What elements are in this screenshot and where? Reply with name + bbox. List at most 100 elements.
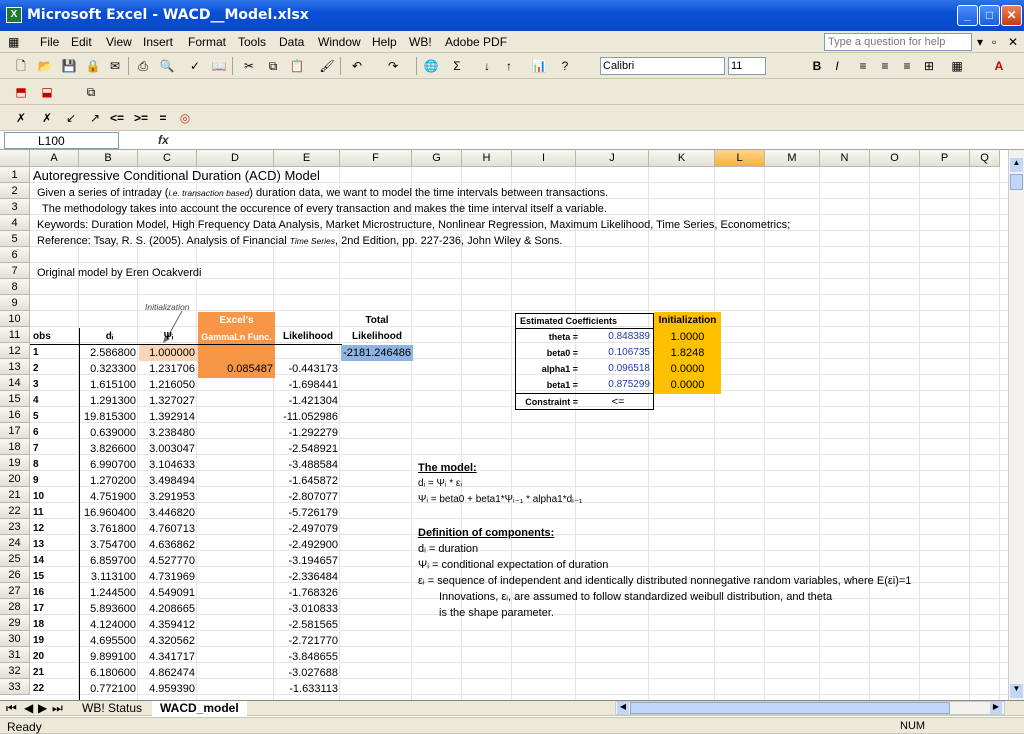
column-header-n[interactable]: N xyxy=(820,150,870,167)
column-header-l[interactable]: L xyxy=(715,150,765,167)
chart-wizard-icon[interactable]: 📊 xyxy=(530,57,548,75)
data-cell-psi[interactable]: 4.341717 xyxy=(139,649,197,665)
row-header-10[interactable]: 10 xyxy=(0,311,30,327)
row-header-32[interactable]: 32 xyxy=(0,663,30,679)
data-cell-d[interactable]: 9.899100 xyxy=(80,649,138,665)
data-cell-obs[interactable]: 17 xyxy=(31,601,76,617)
data-cell-lik[interactable]: -11.052986 xyxy=(275,409,340,425)
print-preview-icon[interactable]: 🔍 xyxy=(158,57,176,75)
row-header-31[interactable]: 31 xyxy=(0,647,30,663)
data-cell-lik[interactable]: -2.807077 xyxy=(275,489,340,505)
menu-tools[interactable]: Tools xyxy=(238,35,266,49)
column-header-c[interactable]: C xyxy=(138,150,197,167)
data-cell-d[interactable]: 1.291300 xyxy=(80,393,138,409)
column-header-m[interactable]: M xyxy=(765,150,820,167)
data-cell-obs[interactable]: 22 xyxy=(31,681,76,697)
data-cell-psi[interactable]: 4.862474 xyxy=(139,665,197,681)
row-header-29[interactable]: 29 xyxy=(0,615,30,631)
data-cell-obs[interactable]: 15 xyxy=(31,569,76,585)
workbook-icon[interactable]: ▦ xyxy=(8,35,19,49)
font-color-icon[interactable]: A xyxy=(990,57,1008,75)
data-cell-lik[interactable]: -3.027688 xyxy=(275,665,340,681)
row-header-4[interactable]: 4 xyxy=(0,215,30,231)
worksheet-grid[interactable]: ABCDEFGHIJKLMNOPQ 1 2 3 4 5 6 7 8 9 10 11 12 13 14 15 1… xyxy=(0,150,1008,700)
column-header-h[interactable]: H xyxy=(462,150,512,167)
data-cell-d[interactable]: 1.615100 xyxy=(80,377,138,393)
borders-icon[interactable]: ▦ xyxy=(948,57,966,75)
row-header-7[interactable]: 7 xyxy=(0,263,30,279)
data-cell-obs[interactable]: 16 xyxy=(31,585,76,601)
coef-value[interactable]: 0.875299 xyxy=(582,377,652,393)
vertical-scroll-thumb[interactable] xyxy=(1010,174,1023,190)
data-cell-lik[interactable]: -2.721770 xyxy=(275,633,340,649)
autosum-icon[interactable]: Σ xyxy=(448,57,466,75)
row-header-27[interactable]: 27 xyxy=(0,583,30,599)
align-center-icon[interactable]: ≡ xyxy=(876,57,894,75)
data-cell-psi[interactable]: 4.208665 xyxy=(139,601,197,617)
data-cell-lik[interactable]: -3.194657 xyxy=(275,553,340,569)
select-all-corner[interactable] xyxy=(0,150,30,167)
italic-icon[interactable]: I xyxy=(828,57,846,75)
row-header-17[interactable]: 17 xyxy=(0,423,30,439)
format-painter-icon[interactable]: 🖌 xyxy=(318,57,336,75)
hyperlink-icon[interactable]: 🌐 xyxy=(422,57,440,75)
trend-tool-2-icon[interactable]: ↗ xyxy=(86,109,104,127)
font-name-select[interactable]: Calibri xyxy=(600,57,725,75)
column-header-p[interactable]: P xyxy=(920,150,970,167)
paste-icon[interactable]: 📋 xyxy=(288,57,306,75)
data-cell-d[interactable]: 6.859700 xyxy=(80,553,138,569)
insert-function-icon[interactable]: fx xyxy=(158,133,169,147)
coef-init-value[interactable]: 1.0000 xyxy=(654,329,721,345)
data-cell-obs[interactable]: 18 xyxy=(31,617,76,633)
data-cell-obs[interactable]: 10 xyxy=(31,489,76,505)
menu-data[interactable]: Data xyxy=(279,35,304,49)
column-header-o[interactable]: O xyxy=(870,150,920,167)
row-header-8[interactable]: 8 xyxy=(0,279,30,295)
data-cell-d[interactable]: 1.270200 xyxy=(80,473,138,489)
data-cell-obs[interactable]: 13 xyxy=(31,537,76,553)
data-cell-psi[interactable]: 4.959390 xyxy=(139,681,197,697)
sort-ascending-icon[interactable]: ↓ xyxy=(478,57,496,75)
row-header-6[interactable]: 6 xyxy=(0,247,30,263)
data-cell-obs[interactable]: 9 xyxy=(31,473,76,489)
scroll-up-icon[interactable]: ▲ xyxy=(1010,158,1023,172)
column-header-b[interactable]: B xyxy=(79,150,138,167)
data-cell-psi[interactable]: 3.003047 xyxy=(139,441,197,457)
data-cell-obs[interactable]: 12 xyxy=(31,521,76,537)
horizontal-scroll-thumb[interactable] xyxy=(630,702,950,714)
coef-init-value[interactable]: 0.0000 xyxy=(654,361,721,377)
data-cell-d[interactable]: 4.124000 xyxy=(80,617,138,633)
print-icon[interactable]: ⎙ xyxy=(134,57,152,75)
copy-icon[interactable]: ⧉ xyxy=(264,57,282,75)
data-cell-psi[interactable]: 4.760713 xyxy=(139,521,197,537)
data-cell-lik[interactable]: -3.010833 xyxy=(275,601,340,617)
bold-icon[interactable]: B xyxy=(808,57,826,75)
row-header-33[interactable]: 33 xyxy=(0,679,30,695)
menu-help[interactable]: Help xyxy=(372,35,397,49)
menu-file[interactable]: File xyxy=(40,35,59,49)
data-cell-lik[interactable]: -2.548921 xyxy=(275,441,340,457)
wb-add-in-icon[interactable]: ⧉ xyxy=(82,83,100,101)
data-cell-psi[interactable]: 1.231706 xyxy=(139,361,197,377)
data-cell-obs[interactable]: 4 xyxy=(31,393,76,409)
coef-value[interactable]: 0.106735 xyxy=(582,345,652,361)
research-icon[interactable]: 📖 xyxy=(210,57,228,75)
row-header-11[interactable]: 11 xyxy=(0,327,30,343)
column-header-i[interactable]: I xyxy=(512,150,576,167)
data-cell-psi[interactable]: 1.327027 xyxy=(139,393,197,409)
data-cell-obs[interactable]: 2 xyxy=(31,361,76,377)
tab-wb-status[interactable]: WB! Status xyxy=(74,701,150,717)
data-cell-obs[interactable]: 8 xyxy=(31,457,76,473)
redo-icon[interactable]: ↷ xyxy=(384,57,402,75)
row-header-26[interactable]: 26 xyxy=(0,567,30,583)
cut-icon[interactable]: ✂ xyxy=(240,57,258,75)
merge-center-icon[interactable]: ⊞ xyxy=(920,57,938,75)
spelling-icon[interactable]: ✓ xyxy=(186,57,204,75)
close-button[interactable]: ✕ xyxy=(1001,5,1022,26)
data-cell-d[interactable]: 1.244500 xyxy=(80,585,138,601)
restore-child-icon[interactable]: ▫ xyxy=(992,35,996,49)
row-header-16[interactable]: 16 xyxy=(0,407,30,423)
row-header-2[interactable]: 2 xyxy=(0,183,30,199)
row-header-21[interactable]: 21 xyxy=(0,487,30,503)
scroll-left-icon[interactable]: ◀ xyxy=(617,702,629,714)
